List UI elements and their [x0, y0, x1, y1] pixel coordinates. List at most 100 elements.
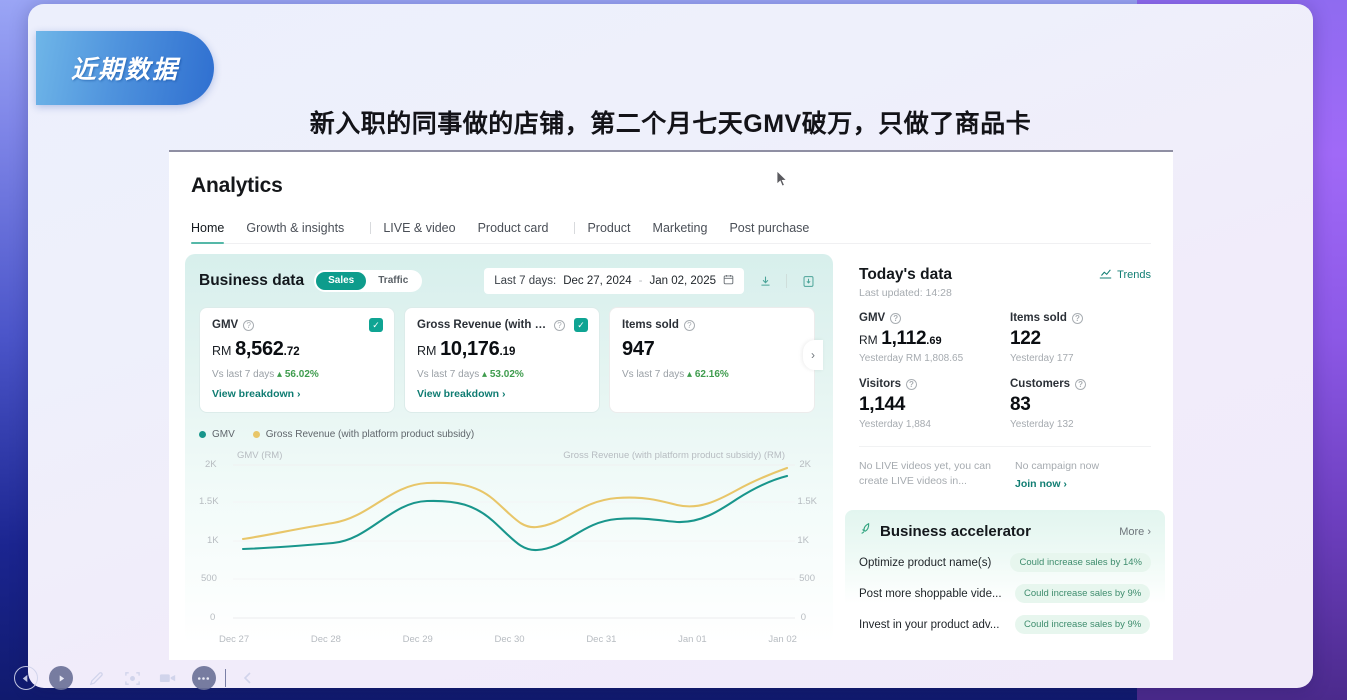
legend-item-gmv[interactable]: GMV	[199, 429, 235, 440]
calendar-icon[interactable]	[723, 274, 734, 288]
metric-value: RM 1,112.69	[859, 328, 1000, 350]
segment-sales[interactable]: Sales	[316, 272, 367, 290]
business-data-header: Business data Sales Traffic Last 7 days:…	[199, 268, 819, 294]
kpi-compare-label: Vs last 7 days	[417, 369, 480, 380]
kpi-card-items-sold[interactable]: Items sold ? 947 Vs last 7 days ▴ 62.16%	[609, 307, 815, 413]
tab-product[interactable]: Product	[587, 221, 646, 243]
kpi-label: Gross Revenue (with plat...	[417, 319, 549, 331]
kpi-view-breakdown-link[interactable]: View breakdown ›	[417, 388, 587, 400]
tab-live-video[interactable]: LIVE & video	[383, 221, 471, 243]
join-now-link[interactable]: Join now ›	[1015, 477, 1151, 492]
info-icon[interactable]: ?	[554, 319, 565, 331]
chevron-right-icon[interactable]: ›	[803, 340, 823, 370]
info-icon[interactable]: ?	[243, 319, 255, 331]
trends-link[interactable]: Trends	[1099, 268, 1151, 282]
live-video-notice-text: No LIVE videos yet, you can create LIVE …	[859, 460, 991, 488]
kpi-compare-label: Vs last 7 days	[622, 369, 685, 380]
business-accelerator-title: Business accelerator	[880, 523, 1031, 541]
app-title: Analytics	[191, 174, 283, 197]
trend-chart-icon	[1099, 268, 1112, 282]
list-item[interactable]: Optimize product name(s) Could increase …	[859, 553, 1151, 573]
y-tick-left-1k: 1K	[207, 535, 219, 546]
kpi-comparison: Vs last 7 days ▴ 62.16%	[622, 369, 802, 380]
info-icon[interactable]: ?	[1075, 378, 1087, 390]
legend-label: GMV	[212, 429, 235, 440]
play-icon	[49, 666, 74, 690]
metric-value-main: 83	[1010, 394, 1031, 415]
kpi-label-row: GMV ?	[212, 319, 382, 331]
tab-product-card[interactable]: Product card	[478, 221, 565, 243]
kpi-value: RM 8,562.72	[212, 338, 382, 361]
campaign-notice-text: No campaign now	[1015, 460, 1100, 472]
sales-traffic-toggle[interactable]: Sales Traffic	[314, 270, 423, 292]
metric-value: 83	[1010, 394, 1151, 416]
accelerator-item-badge: Could increase sales by 14%	[1010, 553, 1151, 573]
left-axis-label: GMV (RM)	[237, 450, 283, 461]
info-icon[interactable]: ?	[683, 319, 695, 331]
todays-data-header: Today's data Trends	[859, 266, 1151, 284]
accelerator-list: Optimize product name(s) Could increase …	[859, 553, 1151, 635]
main-content: Business data Sales Traffic Last 7 days:…	[169, 244, 1173, 645]
more-button[interactable]	[186, 661, 222, 695]
kpi-selected-checkbox[interactable]: ✓	[574, 318, 588, 332]
business-data-title: Business data	[199, 272, 305, 289]
date-range-start: Dec 27, 2024	[563, 275, 632, 287]
last-updated-text: Last updated: 14:28	[859, 287, 952, 299]
metric-value: 122	[1010, 328, 1151, 350]
rocket-icon	[859, 522, 873, 541]
kpi-comparison: Vs last 7 days ▴ 53.02%	[417, 369, 587, 380]
analytics-app-window: Analytics Home Growth & insights LIVE & …	[169, 150, 1173, 660]
tab-divider	[370, 222, 372, 234]
tab-post-purchase[interactable]: Post purchase	[729, 221, 825, 243]
date-range-prefix: Last 7 days:	[494, 275, 557, 287]
back-button[interactable]	[8, 661, 44, 695]
tab-home[interactable]: Home	[191, 221, 240, 244]
play-button[interactable]	[44, 661, 80, 695]
trends-label: Trends	[1117, 269, 1151, 281]
kpi-card-gross-revenue[interactable]: Gross Revenue (with plat... ? ✓ RM 10,17…	[404, 307, 600, 413]
kpi-value-decimal: .72	[283, 346, 300, 358]
date-range-picker[interactable]: Last 7 days: Dec 27, 2024 - Jan 02, 2025	[484, 268, 744, 294]
kpi-value-main: 10,176	[440, 338, 500, 360]
kpi-currency: RM	[417, 344, 437, 358]
axis-captions: GMV (RM) Gross Revenue (with platform pr…	[199, 450, 819, 461]
metric-yesterday: Yesterday 177	[1010, 353, 1074, 364]
legend-dot-gross-revenue	[252, 431, 260, 438]
kpi-view-breakdown-link[interactable]: View breakdown ›	[212, 388, 382, 400]
download-icon[interactable]	[754, 270, 776, 292]
legend-item-gross-revenue[interactable]: Gross Revenue (with platform product sub…	[252, 429, 474, 440]
kpi-row: GMV ? ✓ RM 8,562.72 Vs last 7 days ▴ 56.…	[199, 307, 823, 413]
metric-label: Visitors	[859, 378, 901, 390]
metric-gmv: GMV ? RM 1,112.69 Yesterday RM 1,808.65	[859, 312, 1000, 364]
business-accelerator-card: Business accelerator More › Optimize pro…	[845, 510, 1165, 645]
pen-button[interactable]	[79, 661, 115, 695]
collapse-button[interactable]	[230, 661, 266, 695]
export-report-icon[interactable]	[797, 270, 819, 292]
metric-yesterday: Yesterday RM 1,808.65	[859, 353, 964, 364]
player-divider	[225, 669, 227, 687]
more-icon	[191, 666, 216, 690]
list-item[interactable]: Post more shoppable vide... Could increa…	[859, 584, 1151, 604]
x-tick-dec-29: Dec 29	[402, 634, 433, 645]
metric-label-row: Visitors ?	[859, 378, 1000, 390]
metric-value-decimal: .69	[926, 335, 942, 347]
tab-growth-insights[interactable]: Growth & insights	[246, 221, 360, 243]
kpi-selected-checkbox[interactable]: ✓	[369, 318, 383, 332]
info-icon[interactable]: ?	[905, 378, 917, 390]
kpi-card-gmv[interactable]: GMV ? ✓ RM 8,562.72 Vs last 7 days ▴ 56.…	[199, 307, 395, 413]
date-range-end: Jan 02, 2025	[649, 275, 716, 287]
accelerator-more-link[interactable]: More ›	[1119, 526, 1151, 538]
metric-label: GMV	[859, 312, 886, 324]
kpi-label: GMV	[212, 319, 239, 331]
business-data-card: Business data Sales Traffic Last 7 days:…	[185, 254, 833, 645]
info-icon[interactable]: ?	[890, 312, 902, 324]
kpi-change: ▴ 53.02%	[482, 369, 524, 380]
y-tick-left-0: 0	[210, 612, 216, 623]
info-icon[interactable]: ?	[1071, 312, 1083, 324]
chart-legend: GMV Gross Revenue (with platform product…	[199, 429, 819, 440]
list-item[interactable]: Invest in your product adv... Could incr…	[859, 615, 1151, 635]
screenshot-button[interactable]	[115, 661, 151, 695]
record-button[interactable]	[150, 661, 186, 695]
segment-traffic[interactable]: Traffic	[366, 272, 420, 290]
tab-marketing[interactable]: Marketing	[653, 221, 724, 243]
